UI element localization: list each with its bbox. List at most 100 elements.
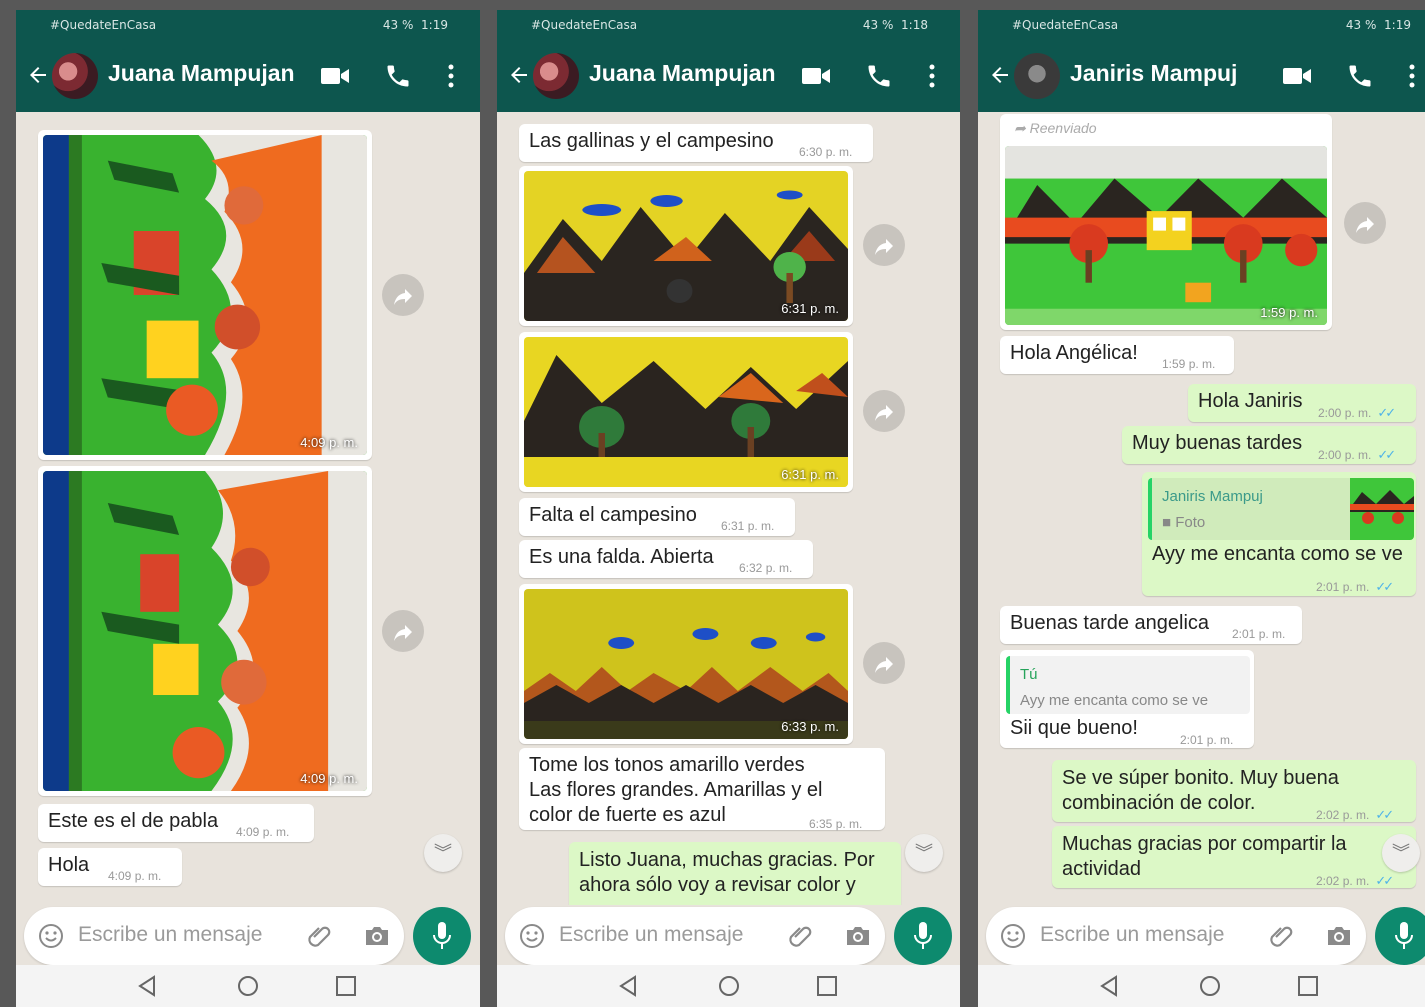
video-call-icon[interactable] bbox=[320, 64, 350, 88]
nav-recents-icon[interactable] bbox=[815, 975, 839, 997]
voice-message-button[interactable] bbox=[413, 907, 471, 965]
forward-button[interactable] bbox=[863, 224, 905, 266]
outgoing-message[interactable]: Hola Janiris 2:00 p. m. ✓✓ bbox=[1188, 384, 1416, 422]
menu-dots-icon[interactable] bbox=[1408, 62, 1416, 90]
photo-icon: ■ bbox=[1162, 514, 1172, 531]
outgoing-message[interactable]: Muy buenas tardes 2:00 p. m. ✓✓ bbox=[1122, 426, 1416, 464]
message-input[interactable]: Escribe un mensaje bbox=[78, 923, 262, 947]
contact-name[interactable]: Janiris Mampuj bbox=[1070, 60, 1237, 87]
message-text: Buenas tarde angelica bbox=[1010, 612, 1210, 634]
message-input[interactable]: Escribe un mensaje bbox=[559, 923, 743, 947]
scroll-down-button[interactable]: ︾ bbox=[1382, 834, 1420, 872]
avatar[interactable] bbox=[1014, 53, 1060, 99]
camera-icon[interactable] bbox=[1326, 925, 1352, 947]
camera-icon[interactable] bbox=[364, 925, 390, 947]
message-input[interactable]: Escribe un mensaje bbox=[1040, 923, 1224, 947]
forward-button[interactable] bbox=[863, 642, 905, 684]
back-arrow-icon[interactable] bbox=[988, 62, 1012, 88]
back-arrow-icon[interactable] bbox=[26, 62, 50, 88]
message-text: Hola Angélica! bbox=[1010, 342, 1138, 364]
avatar[interactable] bbox=[52, 53, 98, 99]
nav-home-icon[interactable] bbox=[717, 975, 741, 997]
menu-dots-icon[interactable] bbox=[447, 62, 455, 90]
message-composer[interactable]: Escribe un mensaje bbox=[24, 907, 404, 965]
outgoing-message[interactable]: Muchas gracias por compartir la activida… bbox=[1052, 826, 1416, 888]
scroll-down-button[interactable]: ︾ bbox=[424, 834, 462, 872]
image-message[interactable]: 6:31 p. m. bbox=[519, 166, 853, 326]
chat-area[interactable]: ➦ Reenviado 1:59 p. m. Hola Angélica! 1:… bbox=[978, 112, 1425, 905]
avatar[interactable] bbox=[533, 53, 579, 99]
forward-button[interactable] bbox=[382, 610, 424, 652]
nav-back-icon[interactable] bbox=[136, 975, 160, 997]
nav-recents-icon[interactable] bbox=[1296, 975, 1320, 997]
forward-button[interactable] bbox=[1344, 202, 1386, 244]
voice-message-button[interactable] bbox=[894, 907, 952, 965]
message-composer[interactable]: Escribe un mensaje bbox=[505, 907, 885, 965]
incoming-message[interactable]: Falta el campesino 6:31 p. m. bbox=[519, 498, 795, 536]
image-message[interactable]: 4:09 p. m. bbox=[38, 130, 372, 460]
contact-name[interactable]: Juana Mampujan bbox=[108, 60, 295, 87]
status-bar: #QuedateEnCasa 43 % 1:19 bbox=[978, 10, 1425, 40]
forward-button[interactable] bbox=[863, 390, 905, 432]
outgoing-reply-message[interactable]: Janiris Mampuj ■ Foto Ayy me encanta com… bbox=[1142, 472, 1416, 596]
video-call-icon[interactable] bbox=[801, 64, 831, 88]
chat-area[interactable]: Las gallinas y el campesino 6:30 p. m. 6… bbox=[497, 112, 960, 905]
incoming-reply-message[interactable]: Tú Ayy me encanta como se ve Sii que bue… bbox=[1000, 650, 1254, 748]
attach-icon[interactable] bbox=[306, 923, 332, 949]
incoming-message[interactable]: Buenas tarde angelica 2:01 p. m. bbox=[1000, 606, 1302, 644]
outgoing-message[interactable]: Se ve súper bonito. Muy buena combinació… bbox=[1052, 760, 1416, 822]
phone-icon[interactable] bbox=[384, 62, 412, 90]
artwork-photo bbox=[524, 171, 848, 321]
chat-header: Juana Mampujan bbox=[497, 40, 960, 112]
message-time: 6:32 p. m. bbox=[739, 561, 793, 575]
nav-home-icon[interactable] bbox=[1198, 975, 1222, 997]
nav-back-icon[interactable] bbox=[1098, 975, 1122, 997]
system-nav-bar bbox=[497, 965, 960, 1007]
incoming-message[interactable]: Las gallinas y el campesino 6:30 p. m. bbox=[519, 124, 873, 162]
incoming-message[interactable]: Hola Angélica! 1:59 p. m. bbox=[1000, 336, 1234, 374]
phone-icon[interactable] bbox=[1346, 62, 1374, 90]
image-message[interactable]: 6:31 p. m. bbox=[519, 332, 853, 492]
message-time: 6:30 p. m. bbox=[799, 145, 853, 159]
status-hashtag: #QuedateEnCasa bbox=[50, 18, 157, 32]
message-composer[interactable]: Escribe un mensaje bbox=[986, 907, 1366, 965]
incoming-message[interactable]: Este es el de pabla 4:09 p. m. bbox=[38, 804, 314, 842]
video-call-icon[interactable] bbox=[1282, 64, 1312, 88]
phone-icon[interactable] bbox=[865, 62, 893, 90]
battery-level: 43 % bbox=[862, 18, 894, 32]
back-arrow-icon[interactable] bbox=[507, 62, 531, 88]
clock: 1:19 bbox=[1384, 18, 1411, 32]
mic-icon bbox=[1395, 922, 1413, 949]
scroll-down-button[interactable]: ︾ bbox=[905, 834, 943, 872]
attach-icon[interactable] bbox=[1268, 923, 1294, 949]
forward-icon bbox=[391, 620, 415, 644]
image-message[interactable]: 4:09 p. m. bbox=[38, 466, 372, 796]
nav-home-icon[interactable] bbox=[236, 975, 260, 997]
menu-dots-icon[interactable] bbox=[928, 62, 936, 90]
attach-icon[interactable] bbox=[787, 923, 813, 949]
chat-area[interactable]: 4:09 p. m. 4:09 p. m. Este es el de pabl… bbox=[16, 112, 480, 905]
emoji-icon[interactable] bbox=[1000, 923, 1026, 949]
emoji-icon[interactable] bbox=[519, 923, 545, 949]
voice-message-button[interactable] bbox=[1375, 907, 1425, 965]
forward-icon bbox=[872, 652, 896, 676]
incoming-message[interactable]: Es una falda. Abierta 6:32 p. m. bbox=[519, 540, 813, 578]
emoji-icon[interactable] bbox=[38, 923, 64, 949]
forwarded-image-message[interactable]: ➦ Reenviado 1:59 p. m. bbox=[1000, 114, 1332, 330]
nav-back-icon[interactable] bbox=[617, 975, 641, 997]
quoted-message[interactable]: Janiris Mampuj ■ Foto bbox=[1148, 478, 1414, 540]
incoming-message[interactable]: Tome los tonos amarillo verdes Las flore… bbox=[519, 748, 885, 831]
outgoing-message[interactable]: Listo Juana, muchas gracias. Por ahora s… bbox=[569, 842, 901, 905]
forward-button[interactable] bbox=[382, 274, 424, 316]
camera-icon[interactable] bbox=[845, 925, 871, 947]
battery-level: 43 % bbox=[382, 18, 414, 32]
image-message[interactable]: 6:33 p. m. bbox=[519, 584, 853, 744]
read-ticks-icon: ✓✓ bbox=[1375, 807, 1394, 822]
quoted-message[interactable]: Tú Ayy me encanta como se ve bbox=[1006, 656, 1250, 714]
contact-name[interactable]: Juana Mampujan bbox=[589, 60, 776, 87]
artwork-image bbox=[1005, 146, 1327, 325]
nav-recents-icon[interactable] bbox=[334, 975, 358, 997]
message-text: Muy buenas tardes bbox=[1132, 432, 1303, 454]
message-text: Listo Juana, muchas gracias. Por ahora s… bbox=[579, 849, 875, 896]
incoming-message[interactable]: Hola 4:09 p. m. bbox=[38, 848, 182, 886]
